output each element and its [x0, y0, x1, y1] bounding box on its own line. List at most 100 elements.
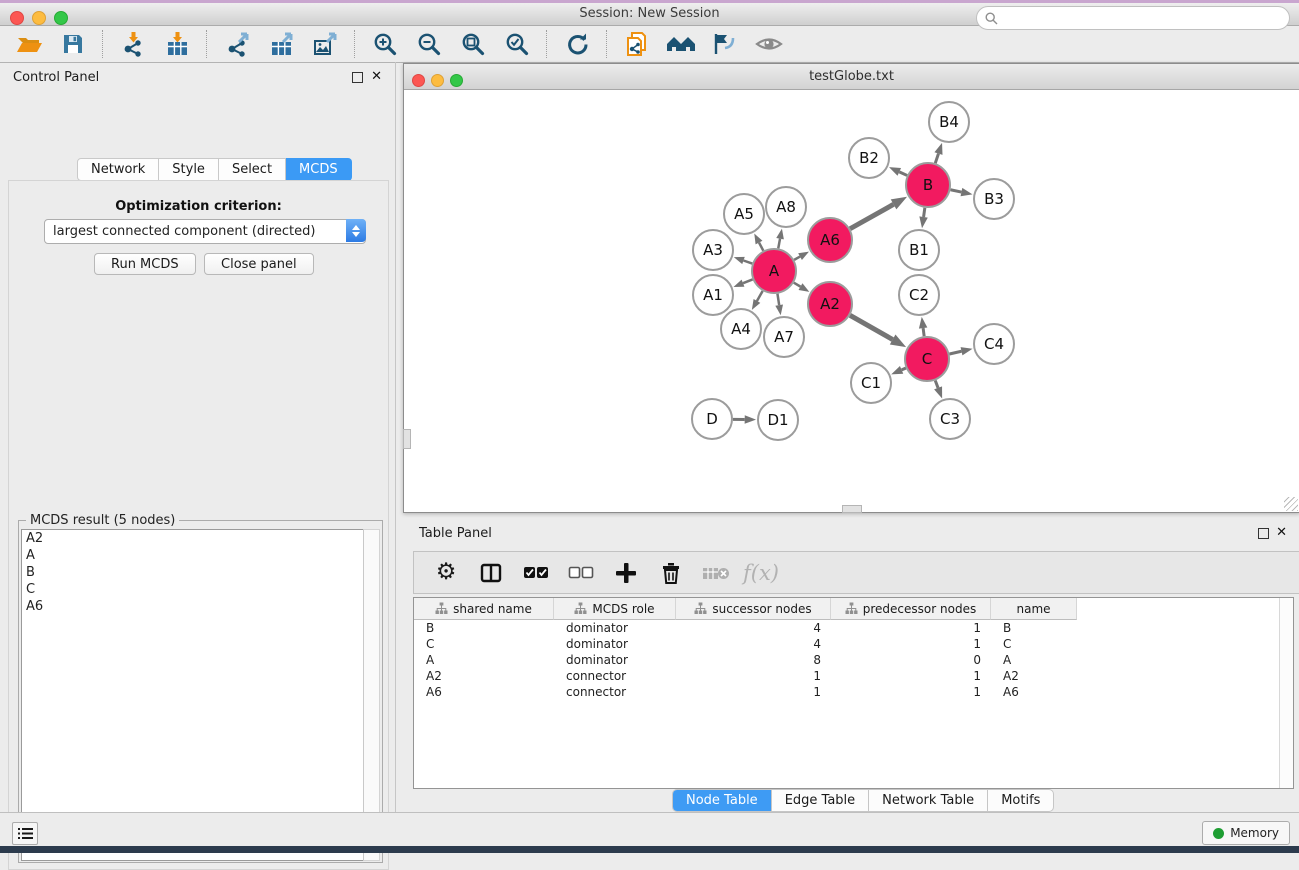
graphics-details-icon[interactable]: [710, 30, 740, 58]
zoom-selected-icon[interactable]: [502, 30, 532, 58]
canvas-left-handle[interactable]: [403, 429, 411, 449]
tab-network-table[interactable]: Network Table: [868, 790, 987, 811]
deselect-all-icon[interactable]: [567, 559, 595, 587]
result-item[interactable]: A2: [22, 530, 366, 547]
close-panel-button[interactable]: Close panel: [204, 253, 314, 275]
graph-node-B4[interactable]: B4: [929, 102, 969, 142]
graph-node-C2[interactable]: C2: [899, 275, 939, 315]
export-network-icon[interactable]: [222, 30, 252, 58]
graph-node-C3[interactable]: C3: [930, 399, 970, 439]
eye-icon[interactable]: [754, 30, 784, 58]
graph-node-B1[interactable]: B1: [899, 230, 939, 270]
zoom-out-icon[interactable]: [414, 30, 444, 58]
delete-column-icon[interactable]: [657, 559, 685, 587]
graph-node-C[interactable]: C: [905, 337, 949, 381]
tab-node-table[interactable]: Node Table: [673, 790, 771, 811]
graph-edge-A-A6[interactable]: [794, 252, 809, 260]
search-input[interactable]: [1003, 10, 1281, 26]
zoom-fit-icon[interactable]: [458, 30, 488, 58]
graph-edge-B-B4[interactable]: [934, 143, 942, 163]
graph-edge-C-C1[interactable]: [891, 366, 906, 374]
result-item[interactable]: A6: [22, 598, 366, 615]
graph-node-A3[interactable]: A3: [693, 230, 733, 270]
graph-node-A1[interactable]: A1: [693, 275, 733, 315]
float-panel-icon[interactable]: [352, 72, 363, 83]
close-window-icon[interactable]: [10, 11, 24, 25]
graph-node-C4[interactable]: C4: [974, 324, 1014, 364]
select-all-icon[interactable]: [522, 559, 550, 587]
graph-node-D1[interactable]: D1: [758, 400, 798, 440]
maximize-window-icon[interactable]: [54, 11, 68, 25]
tab-edge-table[interactable]: Edge Table: [771, 790, 868, 811]
graph-node-A4[interactable]: A4: [721, 309, 761, 349]
graph-node-A8[interactable]: A8: [766, 187, 806, 227]
graph-node-C1[interactable]: C1: [851, 363, 891, 403]
open-session-icon[interactable]: [14, 30, 44, 58]
close-panel-icon[interactable]: ✕: [371, 69, 382, 84]
run-mcds-button[interactable]: Run MCDS: [94, 253, 196, 275]
graph-edge-C-C4[interactable]: [949, 347, 972, 355]
graph-edge-A-A7[interactable]: [775, 294, 783, 316]
float-panel-icon[interactable]: [1258, 528, 1269, 539]
graph-node-A6[interactable]: A6: [808, 218, 852, 262]
table-row[interactable]: A6connector11A6: [414, 684, 1293, 700]
minimize-window-icon[interactable]: [431, 74, 444, 87]
graph-node-A[interactable]: A: [752, 249, 796, 293]
graph-edge-A2-C[interactable]: [850, 315, 906, 347]
maximize-window-icon[interactable]: [450, 74, 463, 87]
graph-edge-B-B3[interactable]: [950, 188, 972, 196]
minimize-window-icon[interactable]: [32, 11, 46, 25]
save-session-icon[interactable]: [58, 30, 88, 58]
resize-grip[interactable]: [1284, 497, 1298, 511]
column-header-predecessor-nodes[interactable]: predecessor nodes: [831, 598, 991, 620]
graph-node-B3[interactable]: B3: [974, 179, 1014, 219]
close-panel-icon[interactable]: ✕: [1276, 525, 1287, 540]
export-image-icon[interactable]: [310, 30, 340, 58]
graph-edge-A-A4[interactable]: [752, 291, 763, 310]
graph-node-D[interactable]: D: [692, 399, 732, 439]
tab-style[interactable]: Style: [159, 158, 219, 181]
tab-select[interactable]: Select: [219, 158, 286, 181]
table-row[interactable]: Cdominator41C: [414, 636, 1293, 652]
import-table-icon[interactable]: [162, 30, 192, 58]
columns-icon[interactable]: [477, 559, 505, 587]
table-row[interactable]: Adominator80A: [414, 652, 1293, 668]
zoom-in-icon[interactable]: [370, 30, 400, 58]
graph-edge-C-C3[interactable]: [934, 380, 942, 398]
graph-edge-A-A5[interactable]: [754, 233, 763, 250]
import-network-icon[interactable]: [118, 30, 148, 58]
criterion-select[interactable]: largest connected component (directed): [44, 219, 366, 244]
graph-edge-B-B2[interactable]: [889, 167, 907, 176]
table-row[interactable]: Bdominator41B: [414, 620, 1293, 636]
result-item[interactable]: A: [22, 547, 366, 564]
graph-edge-A6-B[interactable]: [850, 197, 907, 229]
add-column-icon[interactable]: [612, 559, 640, 587]
canvas-bottom-handle[interactable]: [842, 505, 862, 513]
clone-network-icon[interactable]: [622, 30, 652, 58]
column-header-MCDS-role[interactable]: MCDS role: [554, 598, 676, 620]
network-window-titlebar[interactable]: testGlobe.txt: [404, 64, 1299, 90]
tab-network[interactable]: Network: [77, 158, 159, 181]
result-item[interactable]: C: [22, 581, 366, 598]
graph-node-B2[interactable]: B2: [849, 138, 889, 178]
table-row[interactable]: A2connector11A2: [414, 668, 1293, 684]
graph-node-A2[interactable]: A2: [808, 282, 852, 326]
task-history-button[interactable]: [12, 822, 38, 845]
export-table-icon[interactable]: [266, 30, 296, 58]
tab-motifs[interactable]: Motifs: [987, 790, 1053, 811]
result-item[interactable]: B: [22, 564, 366, 581]
graph-edge-C-C2[interactable]: [919, 317, 927, 336]
column-header-name[interactable]: name: [991, 598, 1077, 620]
graph-edge-D-D1[interactable]: [733, 415, 756, 423]
column-header-successor-nodes[interactable]: successor nodes: [676, 598, 831, 620]
search-box[interactable]: [976, 6, 1290, 30]
graph-edge-A-A3[interactable]: [734, 257, 752, 264]
refresh-icon[interactable]: [562, 30, 592, 58]
tab-mcds[interactable]: MCDS: [286, 158, 352, 181]
graph-edge-A-A2[interactable]: [794, 283, 810, 292]
column-header-shared-name[interactable]: shared name: [414, 598, 554, 620]
home-icon[interactable]: [666, 30, 696, 58]
memory-button[interactable]: Memory: [1202, 821, 1290, 845]
graph-node-A7[interactable]: A7: [764, 317, 804, 357]
graph-node-A5[interactable]: A5: [724, 194, 764, 234]
